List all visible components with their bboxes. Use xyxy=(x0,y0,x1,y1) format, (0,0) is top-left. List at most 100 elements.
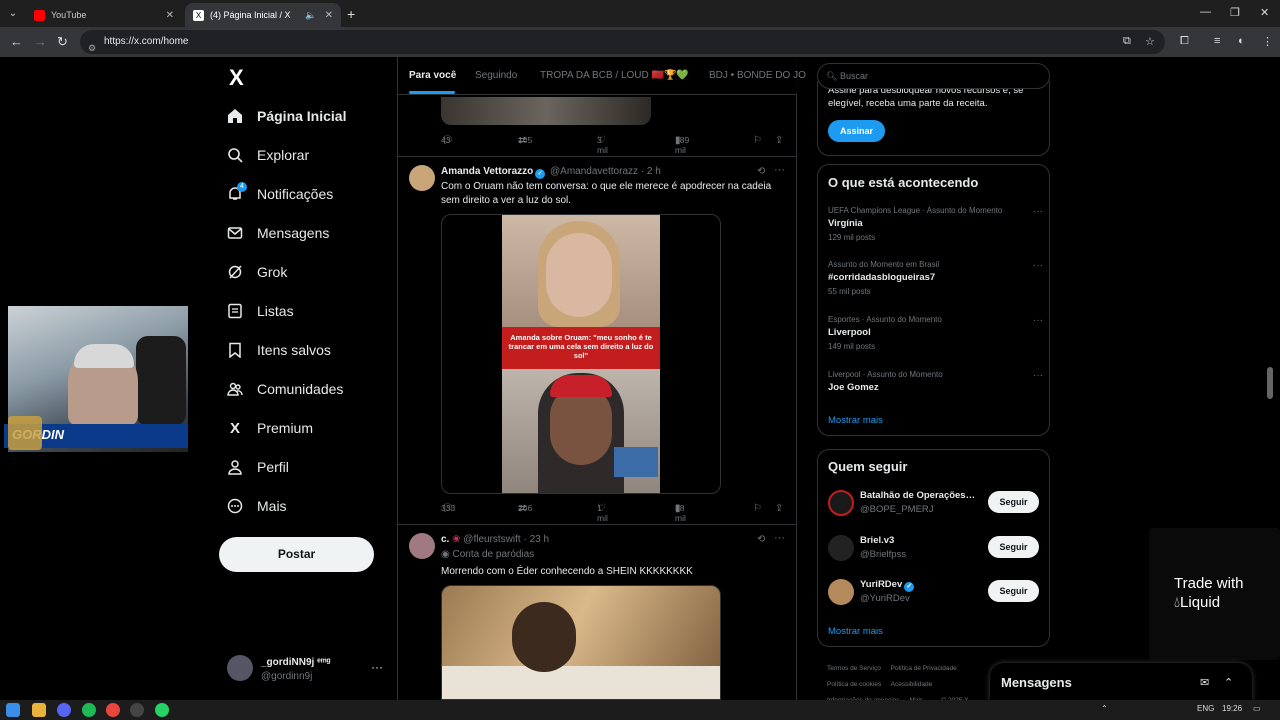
follow-suggestion[interactable]: Briel.v3 @Brielfpss Seguir xyxy=(828,533,1043,563)
tab-x-home[interactable]: X (4) Página Inicial / X 🔈 ✕ xyxy=(185,3,341,27)
show-more-follow[interactable]: Mostrar mais xyxy=(828,626,883,637)
footer-link[interactable]: Política de cookies xyxy=(827,681,881,688)
clock[interactable]: 19:26 xyxy=(1222,704,1242,713)
tab-title: YouTube xyxy=(51,10,87,20)
account-switcher[interactable]: _gordiNN9j ᵉᵐᵍ @gordinn9j ··· xyxy=(227,655,397,685)
trend-item[interactable]: Esportes · Assunto do Momento Liverpool … xyxy=(828,315,1043,351)
tab-list-tropa[interactable]: TROPA DA BCB / LOUD 🇲🇦🏆💚 xyxy=(540,70,689,81)
profile-icon[interactable]: ◐ xyxy=(1238,35,1245,47)
nav-notifications[interactable]: 4 Notificações xyxy=(227,179,333,209)
steam-icon[interactable] xyxy=(130,703,144,717)
nav-profile[interactable]: Perfil xyxy=(227,452,289,482)
bookmark-star-icon[interactable]: ☆ xyxy=(1145,35,1155,48)
follow-button[interactable]: Seguir xyxy=(988,491,1039,513)
notification-center-icon[interactable]: ▭ xyxy=(1253,704,1261,713)
show-more-trends[interactable]: Mostrar mais xyxy=(828,415,883,426)
restore-button[interactable]: ❐ xyxy=(1230,6,1240,19)
language-indicator[interactable]: ENG xyxy=(1197,704,1214,713)
trade-ad[interactable]: Trade with 💧︎Liquid xyxy=(1149,528,1280,660)
author-handle[interactable]: @fleurstswift xyxy=(463,534,520,545)
more-icon[interactable]: ··· xyxy=(774,164,785,176)
face xyxy=(546,233,612,317)
previous-tweet-media[interactable] xyxy=(441,97,651,125)
speaker-icon[interactable]: 🔈 xyxy=(305,10,316,21)
back-button[interactable]: ← xyxy=(10,34,23,49)
author-name[interactable]: Amanda Vettorazzo xyxy=(441,166,533,177)
nav-bookmarks[interactable]: Itens salvos xyxy=(227,335,331,365)
menu-icon[interactable]: ⋮ xyxy=(1262,35,1273,48)
footer-link[interactable]: Acessibilidade xyxy=(891,681,933,688)
install-icon[interactable]: ⧉ xyxy=(1123,35,1131,48)
tab-list-bdj[interactable]: BDJ • BONDE DO JO xyxy=(709,70,806,81)
home-icon xyxy=(227,108,243,124)
forward-button[interactable]: → xyxy=(34,34,47,49)
follow-suggestion[interactable]: YuriRDev ✓ @YuriRDev Seguir xyxy=(828,577,1043,607)
search-input[interactable]: 🔍︎ Buscar xyxy=(817,63,1050,89)
tab-search-icon[interactable]: ⌄ xyxy=(4,5,22,23)
nav-grok[interactable]: Grok xyxy=(227,257,287,287)
like-count: 3 mil xyxy=(597,135,608,155)
follow-button[interactable]: Seguir xyxy=(988,580,1039,602)
nav-explore[interactable]: Explorar xyxy=(227,140,309,170)
nav-home[interactable]: Página Inicial xyxy=(227,101,346,131)
nav-lists[interactable]: Listas xyxy=(227,296,294,326)
nav-premium[interactable]: X Premium xyxy=(227,413,313,443)
tweet-time: · 2 h xyxy=(640,166,661,177)
page-scrollbar[interactable] xyxy=(1267,367,1273,399)
more-icon[interactable]: ··· xyxy=(1033,260,1043,271)
more-icon[interactable]: ··· xyxy=(774,532,785,544)
grok-icon[interactable]: ⟲ xyxy=(757,534,765,545)
url-field[interactable]: ⚙ https://x.com/home xyxy=(80,30,1165,54)
discord-icon[interactable] xyxy=(57,703,71,717)
post-button[interactable]: Postar xyxy=(219,537,374,572)
trend-item[interactable]: UEFA Champions League · Assunto do Momen… xyxy=(828,206,1043,242)
nav-more[interactable]: Mais xyxy=(227,491,287,521)
tray-chevron-icon[interactable]: ⌃ xyxy=(1101,704,1108,713)
views-count: 88 mil xyxy=(675,503,686,523)
subscribe-button[interactable]: Assinar xyxy=(828,120,885,142)
author-name[interactable]: c. xyxy=(441,534,449,545)
footer-link[interactable]: Política de Privacidade xyxy=(891,665,957,672)
messages-drawer[interactable]: Mensagens ✉ ⌃ xyxy=(990,663,1252,701)
follow-name: Briel.v3 xyxy=(860,535,895,546)
nav-communities[interactable]: Comunidades xyxy=(227,374,343,404)
compose-message-icon[interactable]: ✉ xyxy=(1200,676,1209,689)
window-close-button[interactable]: ✕ xyxy=(1260,6,1269,19)
tweet-video[interactable]: Amanda sobre Oruam: "meu sonho é te tran… xyxy=(441,214,721,494)
trend-item[interactable]: Assunto do Momento em Brasil #corridadas… xyxy=(828,260,1043,296)
folder-icon[interactable] xyxy=(32,703,46,717)
follow-suggestion[interactable]: Batalhão de Operações… @BOPE_PMERJ Segui… xyxy=(828,488,1043,518)
chrome-icon[interactable] xyxy=(106,703,120,717)
new-tab-button[interactable]: + xyxy=(347,6,355,22)
more-icon[interactable]: ··· xyxy=(371,660,383,674)
chevron-up-icon[interactable]: ⌃ xyxy=(1224,676,1233,689)
avatar[interactable] xyxy=(409,533,435,559)
close-icon[interactable]: ✕ xyxy=(166,10,174,21)
more-icon[interactable]: ··· xyxy=(1033,206,1043,217)
x-logo[interactable]: X xyxy=(229,65,244,91)
tab-youtube[interactable]: YouTube ✕ xyxy=(26,3,182,27)
tab-following[interactable]: Seguindo xyxy=(475,70,517,81)
avatar[interactable] xyxy=(409,165,435,191)
footer-link[interactable]: Termos de Serviço xyxy=(827,665,881,672)
media-icon[interactable]: ≡ xyxy=(1214,35,1220,47)
minimize-button[interactable]: — xyxy=(1200,6,1211,18)
start-icon[interactable] xyxy=(6,703,20,717)
whatsapp-icon[interactable] xyxy=(155,703,169,717)
spotify-icon[interactable] xyxy=(82,703,96,717)
extensions-icon[interactable]: ⧠ xyxy=(1180,35,1189,48)
close-icon[interactable]: ✕ xyxy=(325,10,333,21)
site-info-icon[interactable]: ⚙ xyxy=(88,36,96,60)
tab-for-you[interactable]: Para você xyxy=(409,70,456,81)
nav-messages[interactable]: Mensagens xyxy=(227,218,329,248)
grok-icon[interactable]: ⟲ xyxy=(757,166,765,177)
previous-tweet-actions: 💬︎ 43 ⇄ 105 ♡ 3 mil ▮ 189 mil ⚐ ⇪ xyxy=(441,135,791,155)
reload-button[interactable]: ↻ xyxy=(57,34,68,50)
tweet-video[interactable] xyxy=(441,585,721,700)
more-icon[interactable]: ··· xyxy=(1033,370,1043,381)
ad-line: Trade with xyxy=(1174,575,1244,592)
author-handle[interactable]: @Amandavettorazz xyxy=(550,166,638,177)
more-icon[interactable]: ··· xyxy=(1033,315,1043,326)
trend-item[interactable]: Liverpool · Assunto do Momento Joe Gomez… xyxy=(828,370,1043,393)
follow-button[interactable]: Seguir xyxy=(988,536,1039,558)
